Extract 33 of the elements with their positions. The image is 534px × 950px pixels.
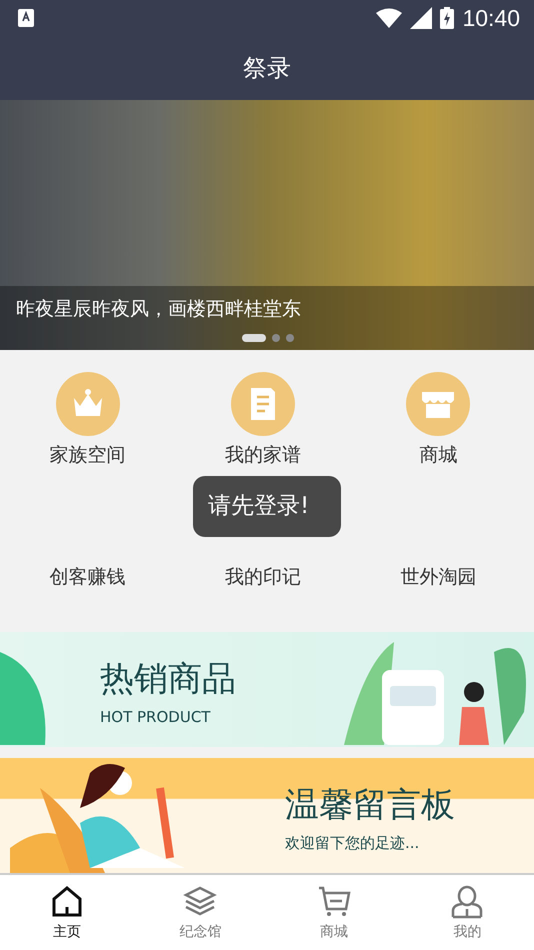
- feature-label: 我的印记: [224, 565, 301, 590]
- store-icon[interactable]: [406, 372, 470, 436]
- banner-title: 温馨留言板: [285, 784, 455, 827]
- crown-icon[interactable]: [56, 372, 120, 436]
- layers-icon: [183, 884, 218, 918]
- battery-charging-icon: [440, 7, 454, 29]
- feature-label: 世外淘园: [400, 565, 476, 590]
- feature-label: 创客赚钱: [50, 565, 126, 590]
- login-toast: 请先登录!: [193, 476, 341, 537]
- document-icon[interactable]: [230, 372, 295, 436]
- home-icon: [50, 884, 84, 918]
- feature-label: 商城: [419, 443, 458, 468]
- banner-caption: 昨夜星辰昨夜风，画楼西畔桂堂东: [16, 297, 301, 322]
- keyboard-icon: [18, 9, 34, 27]
- carousel-dot[interactable]: [272, 334, 280, 342]
- tab[interactable]: 主页: [0, 875, 134, 950]
- message-board-banner[interactable]: 温馨留言板 欢迎留下您的足迹...: [0, 758, 534, 873]
- hot-product-banner[interactable]: 热销商品 HOT PRODUCT: [0, 632, 534, 747]
- tab[interactable]: 我的: [400, 875, 534, 950]
- feature-label: 家族空间: [50, 443, 126, 468]
- tab[interactable]: 商城: [267, 875, 400, 950]
- banner-title: 热销商品: [100, 658, 236, 701]
- banner-subtitle: HOT PRODUCT: [100, 708, 212, 726]
- clock-time: 10:40: [462, 4, 520, 32]
- banner-subtitle: 欢迎留下您的足迹...: [285, 834, 420, 853]
- page-title: 祭录: [243, 53, 291, 84]
- signal-icon: [410, 7, 432, 29]
- wifi-icon: [376, 8, 402, 28]
- feature-label: 我的家谱: [224, 443, 301, 468]
- carousel-dot[interactable]: [286, 334, 294, 342]
- person-icon: [450, 884, 484, 918]
- tab[interactable]: 纪念馆: [134, 875, 267, 950]
- cart-icon: [316, 884, 351, 918]
